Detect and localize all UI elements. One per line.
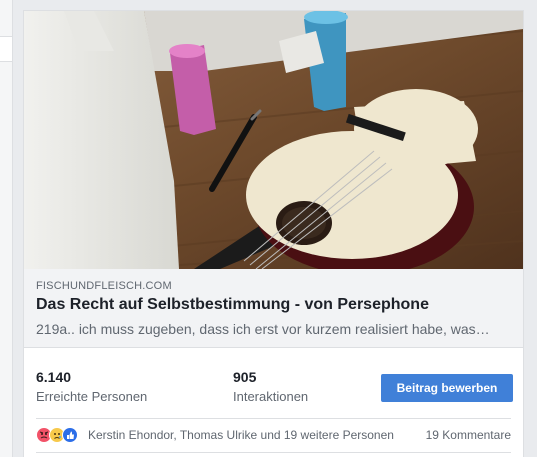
ukulele-photo	[24, 11, 523, 269]
comments-count[interactable]: 19 Kommentare	[426, 428, 511, 442]
like-reaction-icon	[62, 427, 78, 443]
engagement-label: Interaktionen	[233, 389, 309, 404]
link-preview-image[interactable]	[24, 11, 523, 269]
reach-value: 6.140	[36, 369, 72, 385]
left-column-card-edge	[0, 36, 13, 62]
boost-post-button[interactable]: Beitrag bewerben	[381, 374, 513, 402]
reactions-row[interactable]: Kerstin Ehondor, Thomas Ulrike und 19 we…	[24, 424, 523, 446]
left-column-edge	[0, 0, 13, 457]
reactors-text[interactable]: Kerstin Ehondor, Thomas Ulrike und 19 we…	[88, 428, 394, 442]
post-card: FISCHUNDFLEISCH.COM Das Recht auf Selbst…	[23, 10, 524, 457]
divider-bottom	[36, 452, 511, 453]
engagement-value: 905	[233, 369, 257, 385]
post-insights: 6.140 Erreichte Personen 905 Interaktion…	[24, 359, 523, 413]
reach-label: Erreichte Personen	[36, 389, 148, 404]
divider	[36, 418, 511, 419]
link-title[interactable]: Das Recht auf Selbstbestimmung - von Per…	[36, 296, 429, 314]
link-preview-box[interactable]: FISCHUNDFLEISCH.COM Das Recht auf Selbst…	[24, 269, 523, 348]
link-domain: FISCHUNDFLEISCH.COM	[36, 280, 172, 292]
link-description: 219a.. ich muss zugeben, dass ich erst v…	[36, 321, 490, 337]
